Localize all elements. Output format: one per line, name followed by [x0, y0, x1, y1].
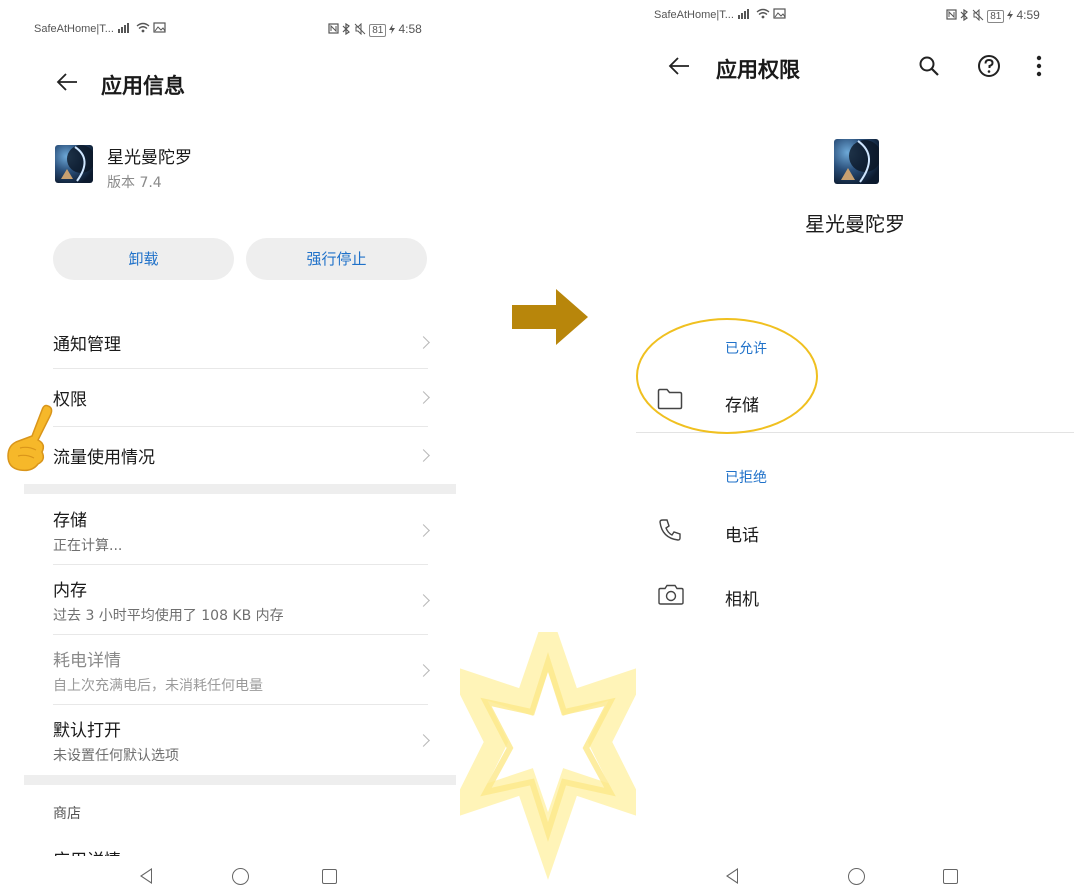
navigation-bar — [24, 856, 456, 896]
section-separator — [24, 775, 456, 785]
app-name: 星光曼陀罗 — [107, 148, 192, 168]
menu-item-data-usage[interactable]: 流量使用情况 — [24, 430, 430, 482]
carrier-text: SafeAtHome|T... — [654, 8, 734, 21]
store-section-header: 商店 — [53, 806, 81, 822]
detail-item-sub: 过去 3 小时平均使用了 108 KB 内存 — [53, 608, 284, 624]
status-time: 4:58 — [398, 22, 422, 36]
divider — [53, 704, 428, 705]
app-name: 星光曼陀罗 — [805, 212, 905, 236]
menu-item-label: 通知管理 — [53, 335, 121, 355]
detail-item-battery[interactable]: 耗电详情 自上次充满电后，未消耗任何电量 — [24, 640, 430, 702]
page-title: 应用权限 — [716, 58, 800, 82]
arrow-left-icon — [56, 73, 77, 91]
detail-item-label: 默认打开 — [53, 721, 121, 741]
app-permissions-screen: SafeAtHome|T... 81 4:59 应用权限 星光曼陀罗 已允许 存… — [636, 0, 1074, 896]
menu-item-permissions[interactable]: 权限 — [24, 372, 430, 424]
image-notification-icon — [773, 8, 786, 22]
page-title: 应用信息 — [101, 74, 185, 98]
bluetooth-icon — [342, 22, 351, 38]
chevron-right-icon — [417, 391, 430, 404]
pointing-hand-icon — [2, 404, 58, 478]
menu-item-label: 流量使用情况 — [53, 448, 155, 468]
chevron-right-icon — [417, 664, 430, 677]
chevron-right-icon — [417, 336, 430, 349]
battery-icon: 81 — [987, 9, 1005, 23]
status-bar-right: 81 4:58 — [328, 22, 422, 38]
app-info-screen: SafeAtHome|T... 81 4:58 应用信息 星光曼陀罗 版本 7.… — [24, 0, 456, 896]
image-notification-icon — [153, 22, 166, 36]
nav-recent-icon[interactable] — [322, 869, 337, 884]
mute-icon — [354, 22, 366, 38]
nav-recent-icon[interactable] — [943, 869, 958, 884]
help-icon — [978, 55, 1000, 77]
status-time: 4:59 — [1016, 8, 1040, 22]
chevron-right-icon — [417, 734, 430, 747]
nav-back-icon[interactable] — [140, 868, 152, 884]
detail-item-default-open[interactable]: 默认打开 未设置任何默认选项 — [24, 710, 430, 772]
status-bar-right: 81 4:59 — [946, 8, 1040, 24]
navigation-bar — [636, 856, 1074, 896]
detail-item-label: 存储 — [53, 511, 87, 531]
detail-item-sub: 未设置任何默认选项 — [53, 748, 179, 764]
charging-icon — [1007, 9, 1014, 23]
denied-section-header: 已拒绝 — [725, 470, 767, 486]
signal-icon — [737, 8, 753, 22]
detail-item-label: 内存 — [53, 581, 87, 601]
nav-home-icon[interactable] — [232, 868, 249, 885]
mute-icon — [972, 8, 984, 24]
charging-icon — [389, 23, 396, 37]
detail-item-storage[interactable]: 存储 正在计算... — [24, 500, 430, 562]
permission-item-camera[interactable]: 相机 — [636, 572, 1074, 618]
nav-home-icon[interactable] — [848, 868, 865, 885]
camera-icon — [658, 584, 684, 605]
divider — [53, 426, 428, 427]
highlight-circle — [636, 318, 818, 434]
battery-icon: 81 — [369, 23, 387, 37]
back-button[interactable] — [56, 72, 78, 96]
section-separator — [24, 484, 456, 494]
uninstall-button[interactable]: 卸载 — [53, 238, 234, 280]
permission-label: 相机 — [725, 590, 759, 610]
wifi-icon — [756, 8, 770, 22]
nfc-icon — [328, 23, 339, 37]
detail-item-memory[interactable]: 内存 过去 3 小时平均使用了 108 KB 内存 — [24, 570, 430, 632]
search-button[interactable] — [918, 55, 940, 81]
chevron-right-icon — [417, 594, 430, 607]
permission-label: 电话 — [725, 526, 759, 546]
permission-item-phone[interactable]: 电话 — [636, 508, 1074, 554]
status-bar-left: SafeAtHome|T... — [34, 22, 166, 36]
bluetooth-icon — [960, 8, 969, 24]
app-icon — [55, 145, 93, 183]
divider — [53, 368, 428, 369]
watermark-star-icon — [444, 604, 652, 896]
arrow-left-icon — [668, 57, 689, 75]
transition-arrow-icon — [512, 287, 588, 351]
divider — [53, 634, 428, 635]
divider — [53, 564, 428, 565]
more-vertical-icon — [1036, 55, 1042, 77]
divider — [636, 432, 1074, 433]
signal-icon — [117, 22, 133, 36]
status-bar-left: SafeAtHome|T... — [654, 8, 786, 22]
detail-item-sub: 正在计算... — [53, 538, 123, 554]
help-button[interactable] — [977, 54, 1001, 82]
nfc-icon — [946, 9, 957, 23]
carrier-text: SafeAtHome|T... — [34, 22, 114, 35]
search-icon — [919, 56, 939, 76]
app-icon — [834, 139, 879, 184]
detail-item-sub: 自上次充满电后，未消耗任何电量 — [53, 678, 263, 694]
force-stop-button[interactable]: 强行停止 — [246, 238, 427, 280]
nav-back-icon[interactable] — [726, 868, 738, 884]
more-options-button[interactable] — [1035, 54, 1043, 82]
phone-icon — [659, 519, 681, 541]
app-version: 版本 7.4 — [107, 175, 162, 191]
chevron-right-icon — [417, 449, 430, 462]
menu-item-label: 权限 — [53, 390, 87, 410]
menu-item-notifications[interactable]: 通知管理 — [24, 318, 430, 368]
back-button[interactable] — [668, 56, 690, 80]
chevron-right-icon — [417, 524, 430, 537]
wifi-icon — [136, 22, 150, 36]
detail-item-label: 耗电详情 — [53, 651, 121, 671]
